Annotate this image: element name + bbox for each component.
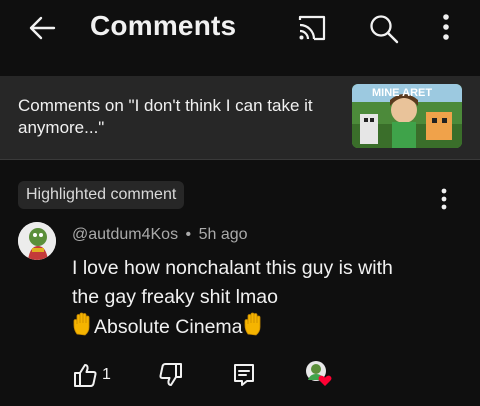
avatar-image	[18, 222, 56, 260]
comment-line-3-text: Absolute Cinema	[94, 316, 243, 338]
comment-author[interactable]: @autdum4Kos	[72, 226, 178, 243]
page-title: Comments	[90, 10, 237, 41]
thumbnail-image: MINE ARET	[352, 84, 462, 148]
top-app-bar: Comments	[0, 0, 480, 56]
comment-body: I love how nonchalant this guy is with t…	[72, 254, 442, 342]
comment-more-icon[interactable]	[436, 186, 452, 214]
thumbnail-text: MINE ARET	[372, 87, 432, 99]
thumbs-down-icon[interactable]	[158, 362, 184, 388]
comment-line-1: I love how nonchalant this guy is with	[72, 257, 393, 279]
thumbs-up-icon[interactable]	[72, 362, 98, 388]
comment-time: 5h ago	[198, 226, 248, 243]
commenter-avatar[interactable]	[18, 222, 56, 260]
highlighted-comment-badge: Highlighted comment	[18, 181, 185, 209]
raised-hand-emoji-icon	[244, 312, 260, 336]
cast-icon[interactable]	[296, 13, 328, 43]
comment-meta: @autdum4Kos • 5h ago	[72, 226, 248, 244]
search-icon[interactable]	[368, 13, 400, 45]
back-arrow-icon[interactable]	[26, 12, 58, 44]
comment-line-3: Absolute Cinema	[72, 312, 442, 342]
more-vertical-icon[interactable]	[438, 12, 454, 44]
like-count: 1	[102, 366, 111, 383]
video-thumbnail[interactable]: MINE ARET	[352, 84, 462, 148]
creator-heart-icon[interactable]	[305, 360, 333, 388]
reply-icon[interactable]	[232, 362, 256, 388]
comment-line-2: the gay freaky shit lmao	[72, 286, 278, 308]
divider	[0, 159, 480, 160]
raised-hand-emoji-icon	[73, 312, 90, 336]
video-title: Comments on "I don't think I can take it…	[18, 96, 313, 137]
meta-separator: •	[185, 226, 192, 243]
